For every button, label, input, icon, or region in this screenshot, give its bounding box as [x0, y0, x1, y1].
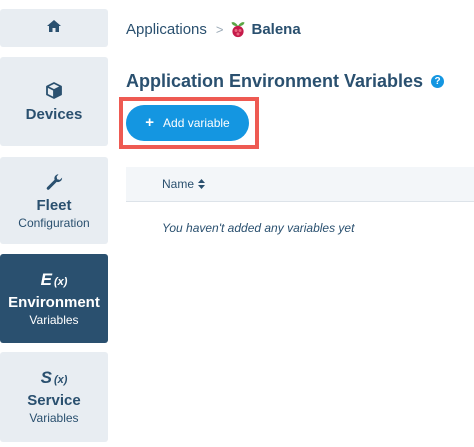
raspberry-pi-icon [230, 20, 246, 38]
breadcrumb-app-name[interactable]: Balena [251, 21, 300, 38]
sidebar-item-label: Environment [8, 293, 100, 311]
add-variable-button[interactable]: + Add variable [126, 105, 249, 141]
breadcrumb-separator: > [215, 21, 224, 37]
sidebar-item-sublabel: Configuration [18, 215, 90, 230]
sidebar-item-sublabel: Variables [29, 312, 79, 327]
sidebar-item-label: Service [27, 392, 81, 409]
sidebar-item-fleet-configuration[interactable]: Fleet Configuration [0, 157, 108, 244]
sidebar-item-home[interactable] [0, 9, 108, 47]
service-symbol: S (x) [40, 368, 68, 387]
sidebar-item-devices[interactable]: Devices [0, 57, 108, 146]
table-header: Name [126, 167, 474, 202]
cube-icon [46, 80, 62, 102]
plus-icon: + [145, 114, 155, 131]
sidebar-item-label: Devices [25, 105, 83, 123]
column-label: Name [162, 177, 195, 191]
empty-state-message: You haven't added any variables yet [162, 221, 355, 235]
breadcrumb-applications-link[interactable]: Applications [126, 21, 207, 38]
environment-symbol: E (x) [40, 269, 68, 289]
sidebar-item-sublabel: Variables [29, 411, 79, 425]
home-icon [47, 19, 61, 37]
sort-icon [198, 179, 206, 189]
help-icon[interactable]: ? [431, 75, 445, 88]
sidebar-item-service-variables[interactable]: S (x) Service Variables [0, 352, 108, 442]
add-variable-label: Add variable [163, 116, 230, 130]
page-header: Application Environment Variables ? [126, 71, 445, 92]
sidebar-item-label: Fleet [36, 196, 72, 214]
sidebar-item-environment-variables[interactable]: E (x) Environment Variables [0, 254, 108, 343]
breadcrumb: Applications > Balena [126, 18, 301, 40]
page-title: Application Environment Variables [126, 71, 424, 91]
column-header-name[interactable]: Name [162, 177, 206, 191]
wrench-icon [45, 171, 63, 193]
